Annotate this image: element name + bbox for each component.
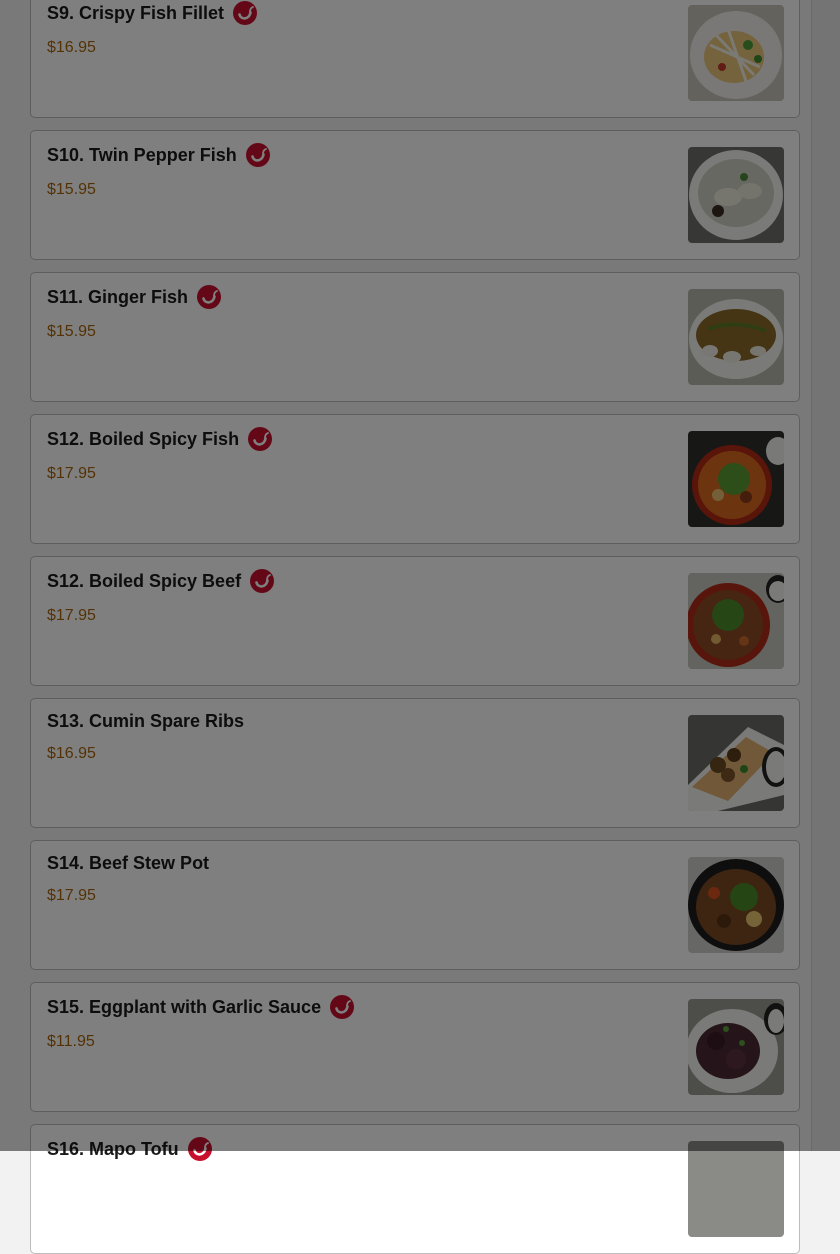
item-name: S12. Boiled Spicy Beef: [47, 570, 242, 591]
chili-pepper-icon: [248, 427, 273, 451]
cumin-spare-ribs-photo[interactable]: [688, 715, 784, 811]
item-price: $15.95: [47, 181, 96, 198]
menu-item-crispy-fish-fillet[interactable]: S9. Crispy Fish Fillet $16.95: [30, 0, 800, 118]
beef-stew-pot-photo[interactable]: [688, 857, 784, 953]
chili-pepper-icon: [187, 1137, 212, 1161]
menu-item-eggplant-garlic-sauce[interactable]: S15. Eggplant with Garlic Sauce $11.95: [30, 982, 800, 1112]
menu-item-cumin-spare-ribs[interactable]: S13. Cumin Spare Ribs $16.95: [30, 698, 800, 828]
item-name: S12. Boiled Spicy Fish: [47, 428, 240, 449]
item-name: S11. Ginger Fish: [47, 286, 189, 307]
item-price: $17.95: [47, 465, 96, 482]
menu-item-ginger-fish[interactable]: S11. Ginger Fish $15.95: [30, 272, 800, 402]
boiled-spicy-fish-photo[interactable]: [688, 431, 784, 527]
chili-pepper-icon: [330, 995, 355, 1019]
item-title: S12. Boiled Spicy Beef: [47, 569, 275, 593]
item-price: $16.95: [47, 39, 96, 56]
crispy-fish-fillet-photo[interactable]: [688, 5, 784, 101]
scrollbar-track[interactable]: [811, 0, 840, 1151]
item-title: S10. Twin Pepper Fish: [47, 143, 270, 167]
menu-item-boiled-spicy-beef[interactable]: S12. Boiled Spicy Beef $17.95: [30, 556, 800, 686]
ginger-fish-photo[interactable]: [688, 289, 784, 385]
mapo-tofu-photo[interactable]: [688, 1141, 784, 1237]
item-price: $11.95: [47, 1033, 95, 1050]
item-title: S14. Beef Stew Pot: [47, 853, 209, 874]
chili-pepper-icon: [233, 1, 258, 25]
item-title: S16. Mapo Tofu: [47, 1137, 212, 1161]
item-title: S12. Boiled Spicy Fish: [47, 427, 273, 451]
boiled-spicy-beef-photo[interactable]: [688, 573, 784, 669]
item-price: $17.95: [47, 887, 96, 904]
item-name: S9. Crispy Fish Fillet: [47, 2, 225, 23]
item-title: S11. Ginger Fish: [47, 285, 222, 309]
chili-pepper-icon: [245, 143, 270, 167]
eggplant-garlic-sauce-photo[interactable]: [688, 999, 784, 1095]
item-price: $17.95: [47, 607, 96, 624]
twin-pepper-fish-photo[interactable]: [688, 147, 784, 243]
item-name: S10. Twin Pepper Fish: [47, 144, 237, 165]
item-price: $15.95: [47, 323, 96, 340]
item-price: $16.95: [47, 745, 96, 762]
item-name: S15. Eggplant with Garlic Sauce: [47, 996, 322, 1017]
item-title: S13. Cumin Spare Ribs: [47, 711, 244, 732]
item-title: S15. Eggplant with Garlic Sauce: [47, 995, 355, 1019]
chili-pepper-icon: [197, 285, 222, 309]
item-name: S14. Beef Stew Pot: [47, 853, 210, 873]
item-name: S16. Mapo Tofu: [47, 1138, 179, 1159]
menu-item-mapo-tofu[interactable]: S16. Mapo Tofu: [30, 1124, 800, 1254]
menu-item-boiled-spicy-fish[interactable]: S12. Boiled Spicy Fish $17.95: [30, 414, 800, 544]
menu-item-beef-stew-pot[interactable]: S14. Beef Stew Pot $17.95: [30, 840, 800, 970]
item-name: S13. Cumin Spare Ribs: [47, 711, 245, 731]
item-title: S9. Crispy Fish Fillet: [47, 1, 258, 25]
menu-item-twin-pepper-fish[interactable]: S10. Twin Pepper Fish $15.95: [30, 130, 800, 260]
chili-pepper-icon: [250, 569, 275, 593]
